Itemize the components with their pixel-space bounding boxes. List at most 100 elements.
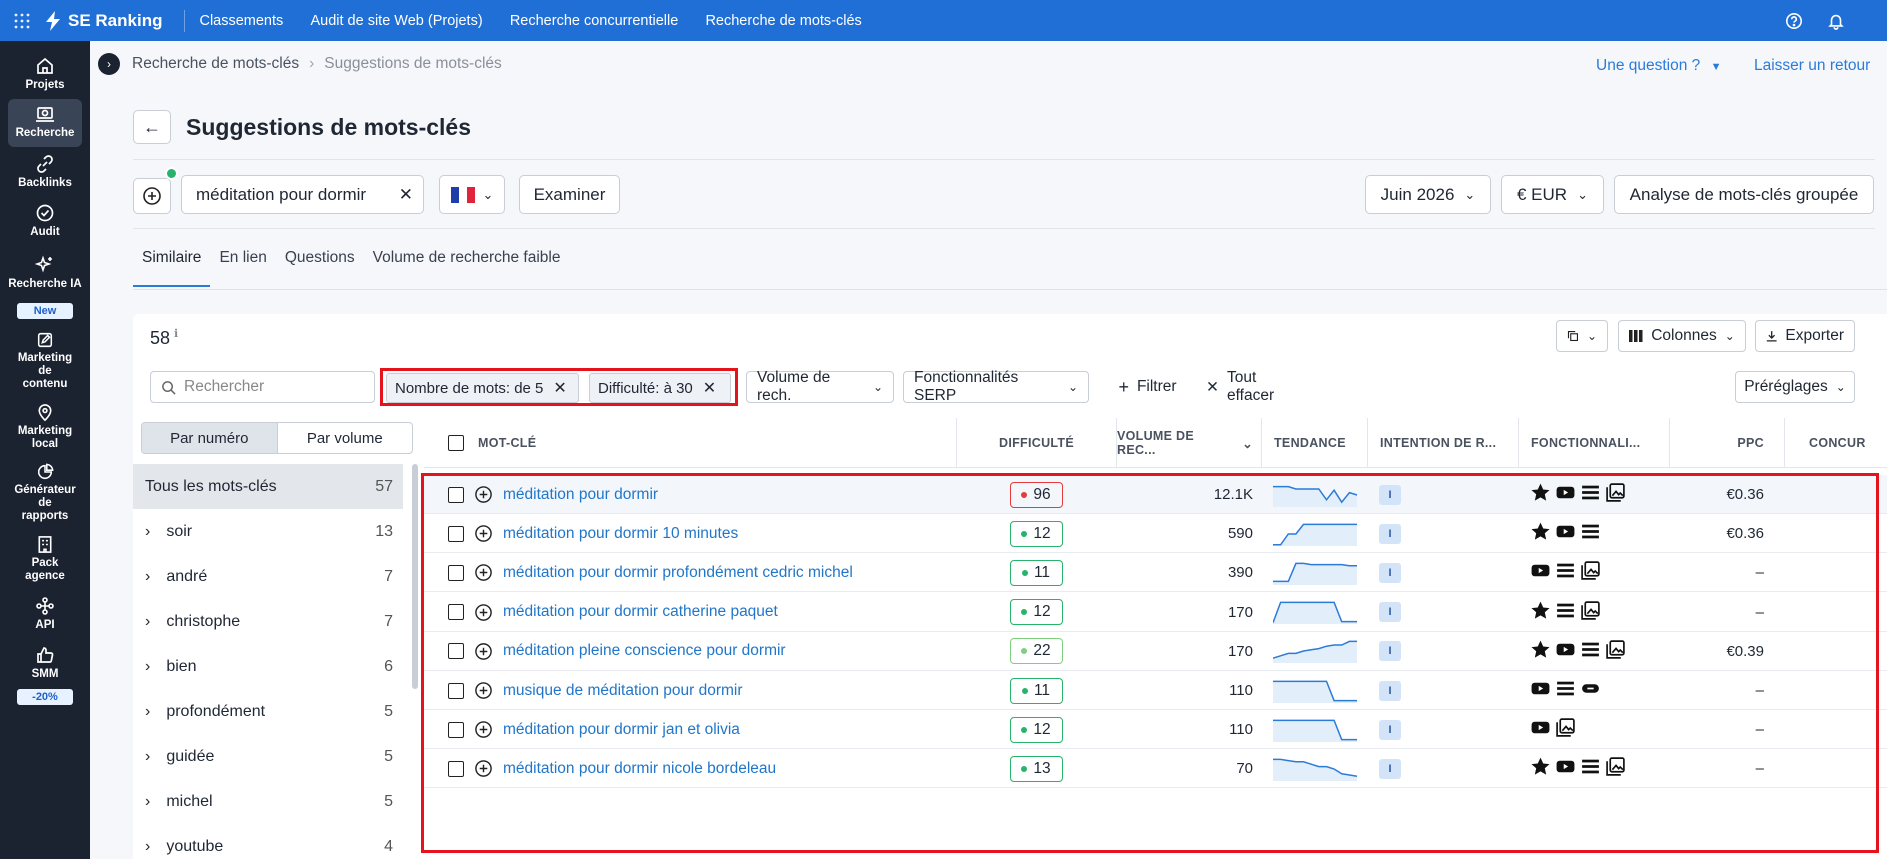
tab-similaire[interactable]: Similaire: [133, 239, 211, 287]
apps-grid-icon[interactable]: [0, 13, 44, 29]
nav-classements[interactable]: Classements: [199, 13, 283, 29]
plus-icon: +: [1118, 376, 1129, 397]
check-circle-icon: [36, 204, 54, 222]
sidebar-item-rapports[interactable]: Générateur de rapports: [0, 457, 90, 529]
france-flag-icon: [450, 186, 475, 203]
sidebar-item-marketing-local[interactable]: Marketing local: [0, 397, 90, 457]
nav-audit[interactable]: Audit de site Web (Projets): [310, 13, 482, 29]
chevron-down-icon: ⌄: [1835, 380, 1846, 394]
group-toggle: Par numéro Par volume: [141, 422, 413, 454]
brand-logo[interactable]: SE Ranking: [44, 9, 186, 32]
chevron-right-icon[interactable]: ›: [145, 613, 150, 631]
group-all[interactable]: Tous les mots-clés 57: [133, 464, 403, 509]
table-header: MOT-CLÉ DIFFICULTÉ VOLUME DE REC... ⌄ TEN…: [424, 418, 1887, 468]
add-keyword-button[interactable]: [133, 178, 171, 214]
sidebar-item-projets[interactable]: Projets: [0, 49, 90, 99]
tab-low-volume[interactable]: Volume de recherche faible: [364, 239, 570, 287]
columns-icon: [1629, 330, 1643, 342]
pie-chart-icon: [37, 463, 54, 480]
collapse-sidebar-button[interactable]: ›: [98, 53, 120, 75]
col-trend[interactable]: TENDANCE: [1261, 418, 1367, 468]
sidebar-item-smm[interactable]: SMM: [0, 639, 90, 687]
help-icon[interactable]: [1773, 12, 1815, 30]
total-count: 58 ℹ: [150, 328, 179, 348]
col-competition[interactable]: CONCUR: [1784, 418, 1887, 468]
clear-keyword-icon[interactable]: ✕: [399, 185, 413, 205]
col-keyword[interactable]: MOT-CLÉ: [478, 418, 536, 468]
chevron-right-icon[interactable]: ›: [145, 793, 150, 811]
export-button[interactable]: Exporter: [1755, 320, 1855, 352]
chevron-down-icon: ⌄: [1067, 380, 1078, 394]
columns-button[interactable]: Colonnes ⌄: [1618, 320, 1746, 352]
link-icon: [37, 155, 53, 173]
chevron-down-icon: ⌄: [872, 380, 883, 394]
close-icon: ✕: [1206, 378, 1219, 396]
group-item[interactable]: › christophe 7: [133, 599, 403, 644]
sidebar-item-pack-agence[interactable]: Pack agence: [0, 529, 90, 589]
group-item[interactable]: › profondément 5: [133, 689, 403, 734]
select-all-checkbox[interactable]: [448, 435, 464, 451]
volume-filter[interactable]: Volume de rech. ⌄: [746, 369, 894, 404]
chevron-right-icon[interactable]: ›: [145, 568, 150, 586]
examine-button[interactable]: Examiner: [519, 175, 620, 214]
tab-questions[interactable]: Questions: [276, 239, 364, 287]
toggle-by-number[interactable]: Par numéro: [142, 423, 278, 453]
copy-icon: [1567, 330, 1579, 342]
bell-icon[interactable]: [1815, 12, 1857, 30]
chevron-right-icon[interactable]: ›: [145, 748, 150, 766]
question-dropdown[interactable]: Une question ? ▼: [1596, 57, 1721, 75]
month-select[interactable]: Juin 2026 ⌄: [1365, 175, 1491, 214]
keyword-groups: Tous les mots-clés 57 › soir 13 › andré 7 › ch…: [133, 464, 403, 859]
chevron-right-icon[interactable]: ›: [145, 523, 150, 541]
back-button[interactable]: ←: [133, 110, 171, 144]
toggle-by-volume[interactable]: Par volume: [278, 423, 413, 453]
group-item[interactable]: › michel 5: [133, 779, 403, 824]
serp-features-filter[interactable]: Fonctionnalités SERP ⌄: [903, 369, 1089, 404]
status-dot: [165, 167, 178, 180]
sidebar-item-marketing-contenu[interactable]: Marketing de contenu: [0, 325, 90, 397]
breadcrumb-parent[interactable]: Recherche de mots-clés: [132, 55, 299, 72]
page-title: Suggestions de mots-clés: [186, 114, 472, 140]
chevron-right-icon[interactable]: ›: [145, 658, 150, 676]
sidebar-item-recherche-ia[interactable]: Recherche IA: [0, 245, 90, 301]
group-item[interactable]: › guidée 5: [133, 734, 403, 779]
clear-all-button[interactable]: ✕ Tout effacer: [1196, 369, 1316, 404]
group-item[interactable]: › soir 13: [133, 509, 403, 554]
group-item[interactable]: › andré 7: [133, 554, 403, 599]
search-input[interactable]: Rechercher: [150, 371, 375, 403]
sidebar-item-backlinks[interactable]: Backlinks: [0, 147, 90, 197]
chevron-right-icon[interactable]: ›: [145, 838, 150, 856]
group-analysis-button[interactable]: Analyse de mots-clés groupée: [1614, 175, 1874, 214]
col-intent[interactable]: INTENTION DE R...: [1367, 418, 1518, 468]
highlight-rows: [421, 473, 1879, 853]
sidebar-item-api[interactable]: API: [0, 589, 90, 639]
sidebar-item-audit[interactable]: Audit: [0, 197, 90, 245]
filter-button[interactable]: + Filtrer: [1100, 371, 1195, 403]
group-item[interactable]: › bien 6: [133, 644, 403, 689]
keyword-input[interactable]: méditation pour dormir ✕: [181, 175, 424, 214]
discount-badge: -20%: [17, 689, 73, 705]
group-item[interactable]: › youtube 4: [133, 824, 403, 859]
chevron-right-icon[interactable]: ›: [145, 703, 150, 721]
sidebar-item-recherche[interactable]: Recherche: [8, 99, 82, 147]
chevron-down-icon: ⌄: [1464, 186, 1476, 202]
tab-en-lien[interactable]: En lien: [210, 239, 275, 287]
sidebar: Projets Recherche Backlinks Audit Recher…: [0, 41, 90, 859]
col-serp-features[interactable]: FONCTIONNALI...: [1518, 418, 1669, 468]
country-select[interactable]: ⌄: [439, 175, 505, 214]
copy-button[interactable]: ⌄: [1556, 320, 1608, 352]
feedback-link[interactable]: Laisser un retour: [1754, 57, 1870, 75]
groups-scrollbar[interactable]: [412, 464, 418, 689]
currency-select[interactable]: € EUR ⌄: [1501, 175, 1604, 214]
nav-competitive[interactable]: Recherche concurrentielle: [510, 13, 678, 29]
col-difficulty[interactable]: DIFFICULTÉ: [956, 418, 1116, 468]
tabs: Similaire En lien Questions Volume de re…: [133, 239, 569, 287]
presets-select[interactable]: Préréglages ⌄: [1735, 371, 1855, 403]
sort-down-icon: ⌄: [1242, 436, 1253, 451]
nav-keyword-research[interactable]: Recherche de mots-clés: [705, 13, 861, 29]
breadcrumb: Recherche de mots-clés › Suggestions de mo…: [132, 55, 502, 73]
api-icon: [36, 597, 54, 615]
info-icon[interactable]: ℹ: [174, 328, 178, 340]
col-ppc[interactable]: PPC: [1669, 418, 1784, 468]
col-volume[interactable]: VOLUME DE REC... ⌄: [1116, 418, 1261, 468]
